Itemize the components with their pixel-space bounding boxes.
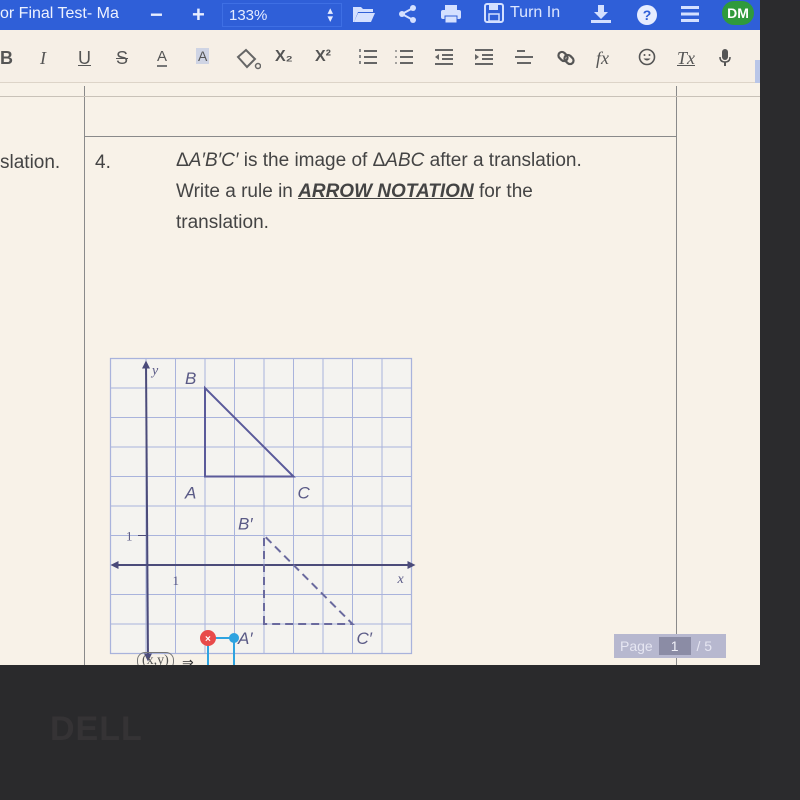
vertex-label-b-prime: B′ [238, 515, 253, 534]
page-number-input[interactable]: 1 [658, 637, 691, 655]
page-label: Page [620, 638, 653, 654]
vertex-label-c: C [298, 484, 311, 503]
answer-prefix[interactable]: (x,y) [137, 652, 174, 665]
screen: or Final Test- Ma − + 133% ▴ ▾ Turn In ? … [0, 0, 760, 665]
y-tick-label: 1 [126, 529, 133, 544]
vertex-label-b: B [185, 369, 196, 388]
annotation-drag-handle[interactable] [229, 633, 239, 643]
x-tick-label: 1 [173, 573, 180, 588]
coordinate-grid-figure: y x 1 1 B A C B′ A′ C′ × [109, 357, 416, 665]
vertex-label-c-prime: C′ [357, 629, 373, 648]
page-indicator: Page 1 / 5 [614, 634, 726, 658]
arrow-icon: ⇒ [182, 654, 194, 665]
y-axis-label: y [150, 364, 159, 379]
monitor-bezel [760, 0, 800, 800]
close-icon: × [205, 634, 211, 645]
vertex-label-a-prime: A′ [237, 629, 253, 648]
brand-logo: DELL [50, 710, 143, 748]
x-axis-label: x [397, 572, 405, 587]
page-total: / 5 [696, 638, 713, 654]
vertex-label-a: A [184, 484, 196, 503]
